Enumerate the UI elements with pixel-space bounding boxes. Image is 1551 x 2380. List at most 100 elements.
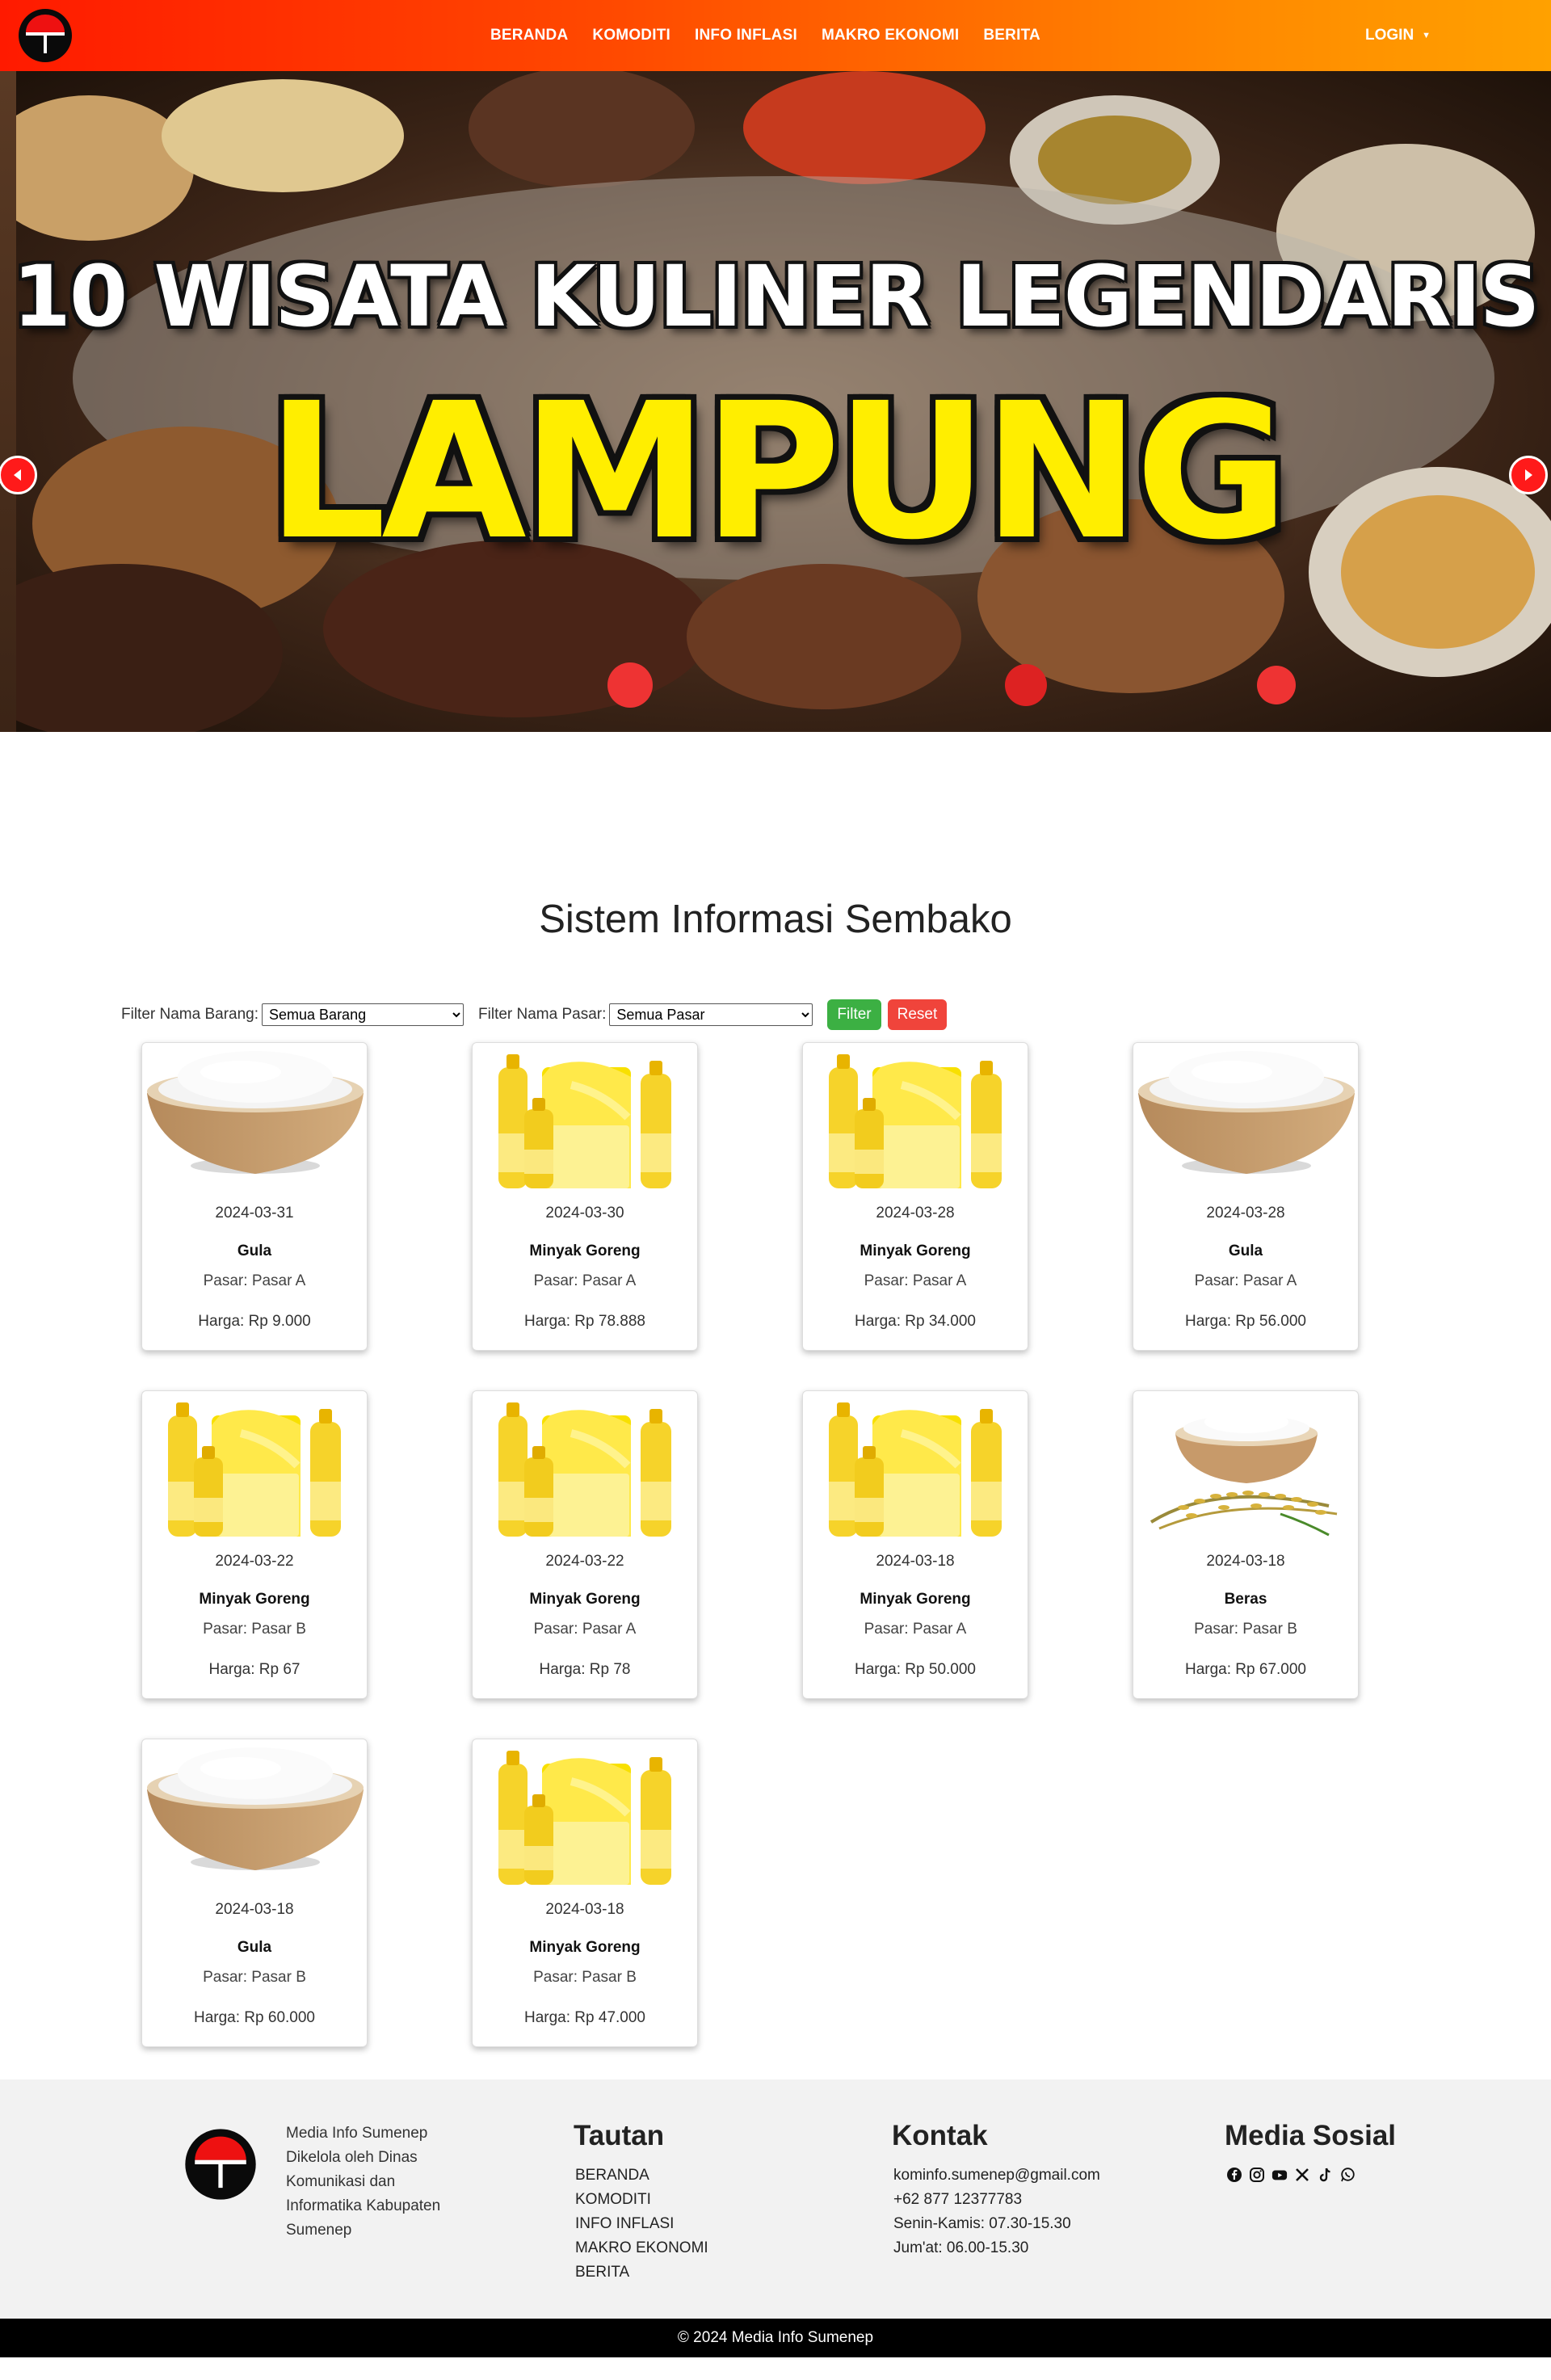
product-date: 2024-03-31 <box>215 1205 294 1222</box>
footer-link-komoditi[interactable]: KOMODITI <box>575 2188 708 2212</box>
product-card[interactable]: 2024-03-18 Minyak Goreng Pasar: Pasar B … <box>472 1739 698 2047</box>
product-market: Pasar: Pasar A <box>1194 1272 1297 1289</box>
nav-link-info-inflasi[interactable]: INFO INFLASI <box>683 27 809 44</box>
sugar-image <box>147 1051 364 1174</box>
product-card[interactable]: 2024-03-28 Gula Pasar: Pasar A Harga: Rp… <box>1133 1042 1359 1351</box>
product-price: Harga: Rp 78 <box>539 1661 631 1678</box>
chevron-right-icon <box>1525 469 1532 481</box>
contact-email: kominfo.sumenep@gmail.com <box>893 2167 1100 2184</box>
youtube-icon[interactable] <box>1271 2167 1288 2183</box>
footer-links: BERANDA KOMODITI INFO INFLASI MAKRO EKON… <box>575 2163 708 2285</box>
product-name: Beras <box>1224 1591 1267 1608</box>
footer-contact: kominfo.sumenep@gmail.com +62 877 123777… <box>893 2163 1100 2260</box>
product-price: Harga: Rp 67.000 <box>1185 1661 1306 1678</box>
product-card[interactable]: 2024-03-28 Minyak Goreng Pasar: Pasar A … <box>802 1042 1028 1351</box>
product-market: Pasar: Pasar B <box>203 1621 306 1638</box>
product-market: Pasar: Pasar B <box>533 1969 637 1986</box>
cooking-oil-image <box>498 1402 671 1537</box>
carousel-next-button[interactable] <box>1509 456 1548 494</box>
product-market: Pasar: Pasar A <box>864 1272 967 1289</box>
product-card[interactable]: 2024-03-30 Minyak Goreng Pasar: Pasar A … <box>472 1042 698 1351</box>
cooking-oil-image <box>498 1054 671 1188</box>
x-icon[interactable] <box>1294 2167 1310 2183</box>
caret-down-icon: ▼ <box>1422 31 1431 40</box>
product-date: 2024-03-22 <box>545 1553 624 1570</box>
product-name: Minyak Goreng <box>860 1591 971 1608</box>
footer-link-berita[interactable]: BERITA <box>575 2260 708 2285</box>
product-name: Minyak Goreng <box>199 1591 310 1608</box>
product-date: 2024-03-18 <box>215 1901 294 1918</box>
footer-sosial-title: Media Sosial <box>1225 2120 1397 2151</box>
footer-kontak-title: Kontak <box>892 2120 988 2151</box>
product-price: Harga: Rp 9.000 <box>198 1313 311 1330</box>
cooking-oil-image <box>829 1054 1002 1188</box>
product-name: Gula <box>237 1243 272 1259</box>
sugar-image <box>147 1747 364 1870</box>
facebook-icon[interactable] <box>1226 2167 1242 2183</box>
nav-link-berita[interactable]: BERITA <box>971 27 1053 44</box>
product-card[interactable]: 2024-03-18 Gula Pasar: Pasar B Harga: Rp… <box>141 1739 368 2047</box>
product-market: Pasar: Pasar A <box>533 1621 637 1638</box>
product-name: Minyak Goreng <box>529 1939 641 1956</box>
contact-phone: +62 877 12377783 <box>893 2191 1023 2208</box>
hero-headline: 10 WISATA KULINER LEGENDARIS <box>12 247 1540 346</box>
product-date: 2024-03-22 <box>215 1553 294 1570</box>
logo-icon[interactable] <box>18 8 73 63</box>
carousel-prev-button[interactable] <box>0 456 37 494</box>
contact-hours-weekday: Senin-Kamis: 07.30-15.30 <box>893 2215 1071 2232</box>
footer-link-makro-ekonomi[interactable]: MAKRO EKONOMI <box>575 2236 708 2260</box>
nav-link-komoditi[interactable]: KOMODITI <box>580 27 683 44</box>
filter-barang-select[interactable]: Semua Barang <box>262 1003 464 1026</box>
filter-pasar-label: Filter Nama Pasar: <box>478 1006 607 1023</box>
footer: Media Info Sumenep Dikelola oleh Dinas K… <box>0 2079 1551 2319</box>
product-price: Harga: Rp 50.000 <box>855 1661 976 1678</box>
product-market: Pasar: Pasar A <box>864 1621 967 1638</box>
instagram-icon[interactable] <box>1249 2167 1265 2183</box>
nav-link-beranda[interactable]: BERANDA <box>478 27 580 44</box>
product-market: Pasar: Pasar B <box>1194 1621 1297 1638</box>
product-price: Harga: Rp 56.000 <box>1185 1313 1306 1330</box>
product-name: Gula <box>1228 1243 1263 1259</box>
product-card[interactable]: 2024-03-18 Beras Pasar: Pasar B Harga: R… <box>1133 1390 1359 1699</box>
contact-hours-friday: Jum'at: 06.00-15.30 <box>893 2239 1029 2256</box>
login-dropdown[interactable]: LOGIN ▼ <box>1365 0 1431 71</box>
nav-link-makro-ekonomi[interactable]: MAKRO EKONOMI <box>809 27 971 44</box>
reset-button[interactable]: Reset <box>887 999 948 1030</box>
footer-about: Media Info Sumenep Dikelola oleh Dinas K… <box>286 2125 441 2239</box>
filter-button[interactable]: Filter <box>827 999 881 1030</box>
hero-carousel: 10 WISATA KULINER LEGENDARIS LAMPUNG <box>0 71 1551 732</box>
product-date: 2024-03-18 <box>876 1553 955 1570</box>
product-price: Harga: Rp 67 <box>208 1661 301 1678</box>
product-date: 2024-03-28 <box>876 1205 955 1222</box>
chevron-left-icon <box>14 469 21 481</box>
nav-menu: BERANDA KOMODITI INFO INFLASI MAKRO EKON… <box>478 0 1053 71</box>
cooking-oil-image <box>498 1751 671 1885</box>
footer-logo-icon <box>185 2129 256 2200</box>
product-price: Harga: Rp 60.000 <box>194 2009 315 2026</box>
rice-image <box>1150 1411 1338 1537</box>
product-name: Gula <box>237 1939 272 1956</box>
navbar: BERANDA KOMODITI INFO INFLASI MAKRO EKON… <box>0 0 1551 71</box>
product-price: Harga: Rp 78.888 <box>524 1313 645 1330</box>
product-market: Pasar: Pasar A <box>533 1272 637 1289</box>
product-date: 2024-03-18 <box>545 1901 624 1918</box>
sugar-image <box>1138 1051 1355 1174</box>
filter-barang-label: Filter Nama Barang: <box>121 1006 259 1023</box>
filter-pasar-select[interactable]: Semua Pasar <box>609 1003 813 1026</box>
product-card[interactable]: 2024-03-22 Minyak Goreng Pasar: Pasar B … <box>141 1390 368 1699</box>
footer-link-beranda[interactable]: BERANDA <box>575 2163 708 2188</box>
page-title: Sistem Informasi Sembako <box>539 898 1012 941</box>
filter-bar: Filter Nama Barang: Semua Barang Filter … <box>121 999 948 1031</box>
login-label: LOGIN <box>1365 27 1414 44</box>
whatsapp-icon[interactable] <box>1339 2167 1356 2183</box>
cooking-oil-image <box>168 1402 341 1537</box>
footer-tautan-title: Tautan <box>574 2120 665 2151</box>
product-price: Harga: Rp 47.000 <box>524 2009 645 2026</box>
product-card[interactable]: 2024-03-22 Minyak Goreng Pasar: Pasar A … <box>472 1390 698 1699</box>
footer-link-info-inflasi[interactable]: INFO INFLASI <box>575 2212 708 2236</box>
product-card[interactable]: 2024-03-31 Gula Pasar: Pasar A Harga: Rp… <box>141 1042 368 1351</box>
product-card[interactable]: 2024-03-18 Minyak Goreng Pasar: Pasar A … <box>802 1390 1028 1699</box>
product-price: Harga: Rp 34.000 <box>855 1313 976 1330</box>
tiktok-icon[interactable] <box>1317 2167 1333 2183</box>
product-market: Pasar: Pasar A <box>203 1272 306 1289</box>
